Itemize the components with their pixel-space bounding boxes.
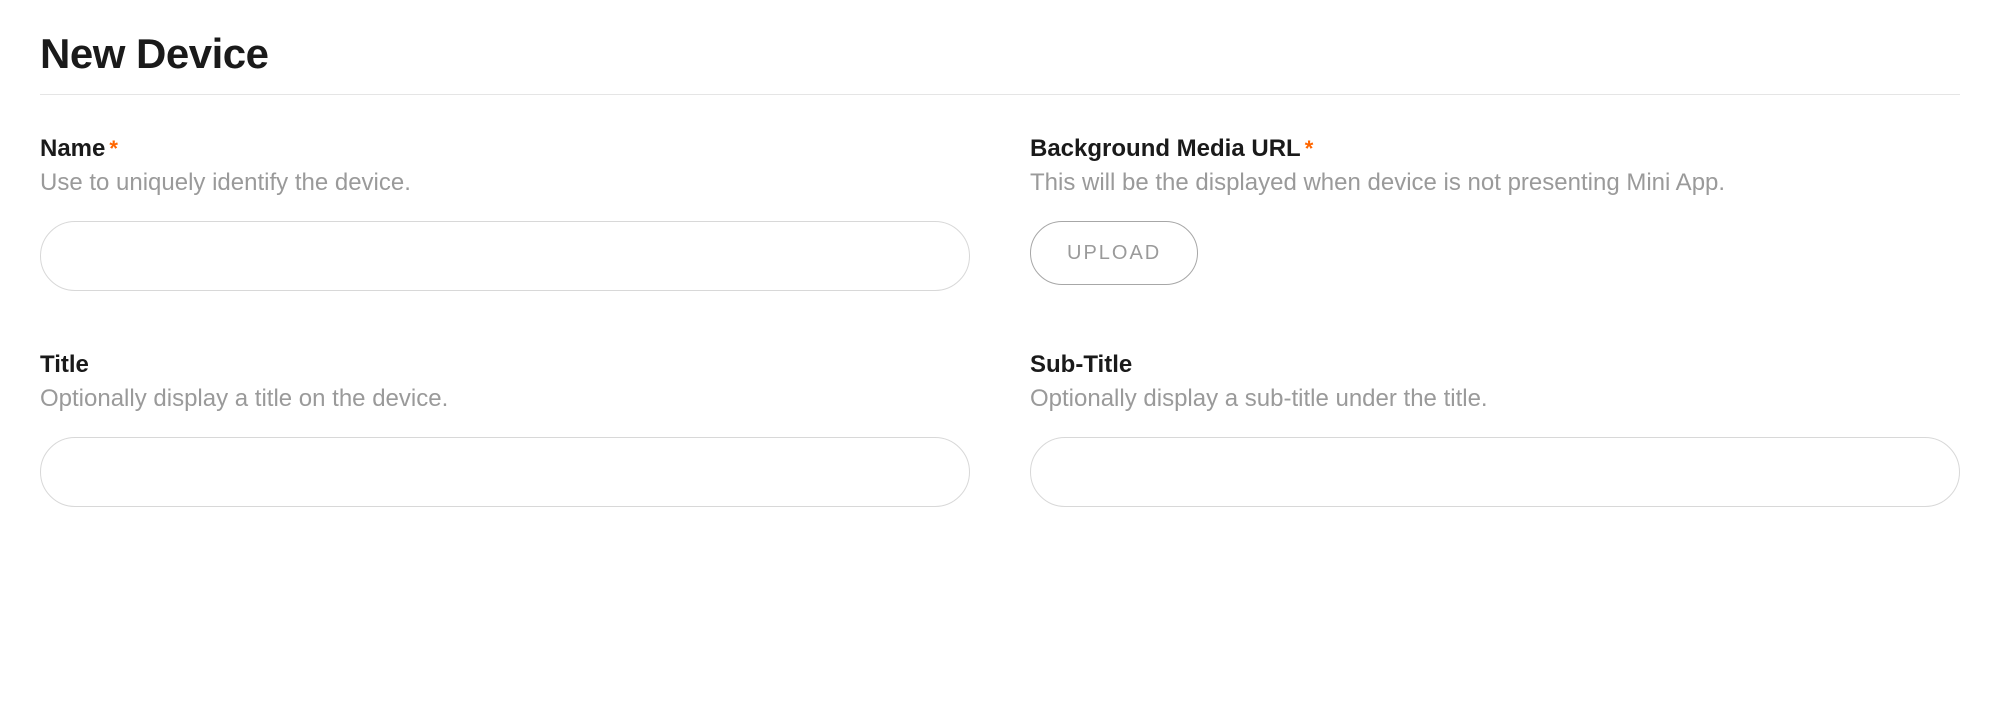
name-label-row: Name * [40,135,970,163]
subtitle-field: Sub-Title Optionally display a sub-title… [1030,351,1960,507]
background-media-field: Background Media URL * This will be the … [1030,135,1960,291]
title-label-row: Title [40,351,970,379]
background-media-help: This will be the displayed when device i… [1030,169,1960,197]
required-star-icon: * [1305,138,1314,160]
subtitle-label-row: Sub-Title [1030,351,1960,379]
required-star-icon: * [109,138,118,160]
background-media-label-row: Background Media URL * [1030,135,1960,163]
background-media-label: Background Media URL [1030,135,1301,163]
title-field: Title Optionally display a title on the … [40,351,970,507]
new-device-form: Name * Use to uniquely identify the devi… [40,135,1960,507]
subtitle-input[interactable] [1030,437,1960,507]
upload-button[interactable]: UPLOAD [1030,221,1198,285]
name-field: Name * Use to uniquely identify the devi… [40,135,970,291]
title-input[interactable] [40,437,970,507]
name-label: Name [40,135,105,163]
title-help: Optionally display a title on the device… [40,385,970,413]
name-help: Use to uniquely identify the device. [40,169,970,197]
page-title: New Device [40,30,1960,95]
subtitle-label: Sub-Title [1030,351,1132,379]
title-label: Title [40,351,89,379]
subtitle-help: Optionally display a sub-title under the… [1030,385,1960,413]
name-input[interactable] [40,221,970,291]
